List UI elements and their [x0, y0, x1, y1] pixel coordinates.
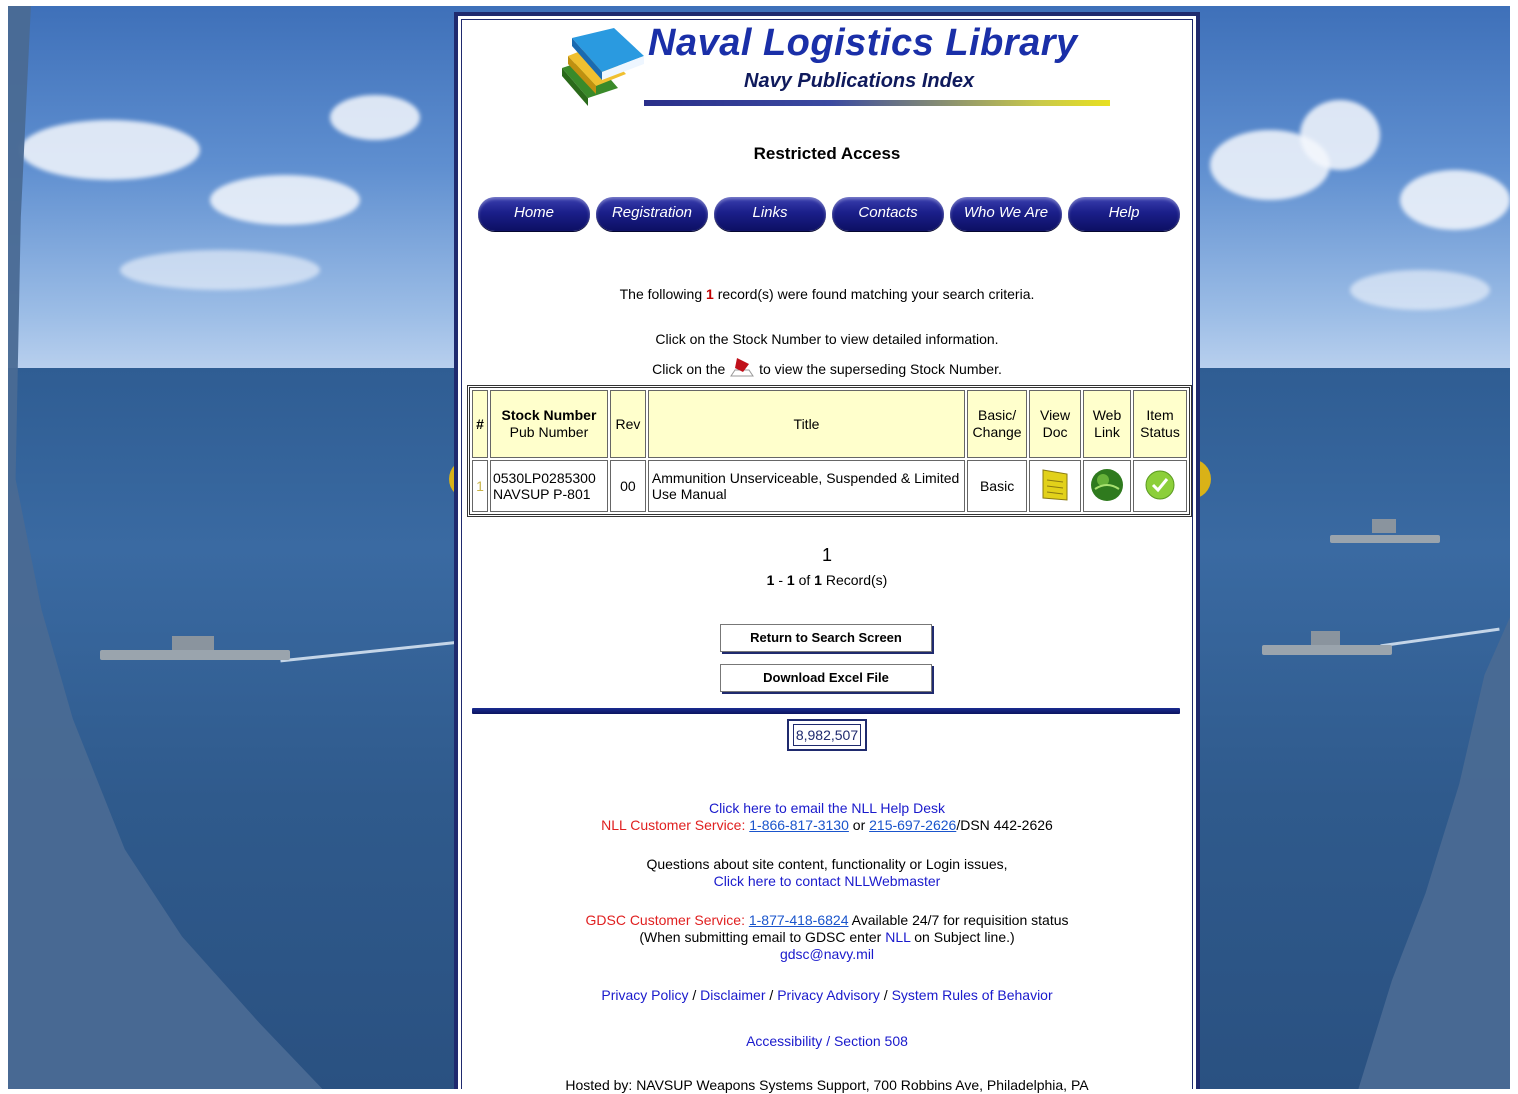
- site-title: Naval Logistics Library: [648, 22, 1078, 64]
- return-to-search-button[interactable]: Return to Search Screen: [720, 624, 932, 652]
- questions-text: Questions about site content, functional…: [646, 856, 1008, 872]
- view-doc-cell: [1029, 460, 1082, 512]
- records-found-text: The following 1 record(s) were found mat…: [619, 286, 1035, 302]
- system-rules-link[interactable]: System Rules of Behavior: [892, 987, 1053, 1003]
- col-header-web-link: Web Link: [1083, 390, 1131, 458]
- gdsc-customer-service: GDSC Customer Service: 1-877-418-6824 Av…: [585, 912, 1069, 928]
- privacy-policy-link[interactable]: Privacy Policy: [601, 987, 688, 1003]
- records-found-count: 1: [706, 286, 714, 302]
- left-edge: [0, 0, 8, 1089]
- download-excel-button[interactable]: Download Excel File: [720, 664, 932, 692]
- nav-registration-button[interactable]: Registration: [596, 197, 708, 231]
- cloud: [210, 175, 360, 225]
- table-row: 1 0530LP0285300 NAVSUP P-801 00 Ammuniti…: [472, 460, 1187, 512]
- title-underline: [644, 100, 1110, 106]
- table-header-row: # Stock Number Pub Number Rev Title Basi…: [472, 390, 1187, 458]
- top-edge: [0, 0, 1518, 6]
- gdsc-phone-link[interactable]: 1-877-418-6824: [749, 912, 849, 928]
- hosted-by-text: Hosted by: NAVSUP Weapons Systems Suppor…: [565, 1077, 1089, 1093]
- col-header-num: #: [472, 390, 488, 458]
- row-rev: 00: [609, 460, 646, 512]
- nll-customer-service: NLL Customer Service: 1-866-817-3130 or …: [601, 817, 1053, 833]
- click-flag-instruction: Click on the to view the superseding Sto…: [458, 356, 1196, 378]
- right-edge: [1510, 0, 1518, 1089]
- col-header-title: Title: [647, 390, 966, 458]
- nll-phone-2-link[interactable]: 215-697-2626: [869, 817, 956, 833]
- pub-number: NAVSUP P-801: [492, 486, 591, 502]
- check-icon: [1145, 470, 1175, 499]
- restricted-access-heading: Restricted Access: [753, 144, 901, 163]
- col-header-basic-change: Basic/ Change: [967, 390, 1028, 458]
- cloud: [1300, 100, 1380, 170]
- col-header-stock-number: Stock Number: [501, 407, 597, 423]
- superseded-flag-icon: [730, 358, 755, 377]
- cloud: [120, 250, 320, 290]
- hit-counter-value: 8,982,507: [792, 724, 862, 746]
- row-stock-cell: 0530LP0285300 NAVSUP P-801: [489, 460, 608, 512]
- site-subtitle: Navy Publications Index: [744, 70, 975, 92]
- col-header-view-doc: View Doc: [1029, 390, 1082, 458]
- col-header-pub-number: Pub Number: [509, 424, 589, 440]
- page-number-link[interactable]: 1: [458, 545, 1196, 566]
- cloud: [20, 120, 200, 180]
- item-status-cell: [1132, 460, 1187, 512]
- stock-number-link[interactable]: 0530LP0285300: [493, 470, 606, 486]
- gdsc-email-link[interactable]: gdsc@navy.mil: [458, 946, 1196, 963]
- row-num: 1: [472, 460, 488, 512]
- nll-phone-1-link[interactable]: 1-866-817-3130: [749, 817, 849, 833]
- accessibility-link[interactable]: Accessibility / Section 508: [458, 1033, 1196, 1050]
- contact-webmaster-link[interactable]: Click here to contact NLLWebmaster: [458, 873, 1196, 890]
- click-stock-instruction: Click on the Stock Number to view detail…: [655, 331, 999, 347]
- col-header-rev: Rev: [609, 390, 646, 458]
- ship-far: [1330, 519, 1440, 543]
- cloud: [1350, 270, 1490, 310]
- row-basic-change: Basic: [967, 460, 1028, 512]
- ship-right: [1262, 631, 1392, 655]
- nav-contacts-button[interactable]: Contacts: [832, 197, 944, 231]
- cloud: [1400, 170, 1510, 230]
- main-panel: Naval Logistics Library Navy Publication…: [454, 12, 1200, 1093]
- record-range: 1 - 1 of 1 Record(s): [766, 572, 888, 588]
- hit-counter: 8,982,507: [787, 719, 867, 751]
- email-help-desk-link[interactable]: Click here to email the NLL Help Desk: [458, 800, 1196, 817]
- cloud: [330, 95, 420, 140]
- nav-who-we-are-button[interactable]: Who We Are: [950, 197, 1062, 231]
- disclaimer-link[interactable]: Disclaimer: [700, 987, 765, 1003]
- gdsc-note: (When submitting email to GDSC enter NLL…: [639, 929, 1015, 945]
- col-header-item-status: Item Status: [1132, 390, 1187, 458]
- policy-links: Privacy Policy / Disclaimer / Privacy Ad…: [601, 987, 1053, 1003]
- divider: [472, 708, 1180, 714]
- globe-icon[interactable]: [1089, 467, 1125, 503]
- books-logo-icon: [562, 28, 644, 106]
- web-link-cell: [1083, 460, 1131, 512]
- nav-bar: Home Registration Links Contacts Who We …: [478, 197, 1180, 231]
- nav-links-button[interactable]: Links: [714, 197, 826, 231]
- ship-left: [100, 636, 290, 660]
- nav-home-button[interactable]: Home: [478, 197, 590, 231]
- row-title: Ammunition Unserviceable, Suspended & Li…: [647, 460, 966, 512]
- privacy-advisory-link[interactable]: Privacy Advisory: [777, 987, 880, 1003]
- results-table: # Stock Number Pub Number Rev Title Basi…: [467, 385, 1192, 517]
- document-icon[interactable]: [1037, 468, 1073, 502]
- nav-help-button[interactable]: Help: [1068, 197, 1180, 231]
- col-header-stock: Stock Number Pub Number: [489, 390, 608, 458]
